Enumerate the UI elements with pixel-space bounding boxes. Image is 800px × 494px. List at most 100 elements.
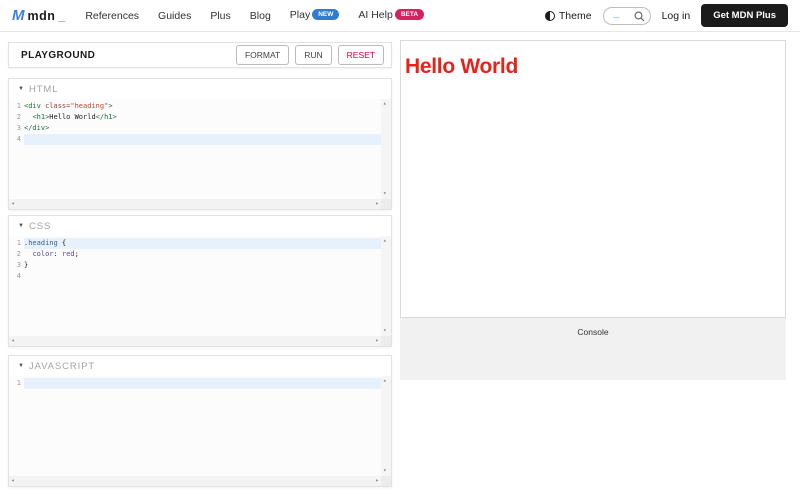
nav-item-ai-help[interactable]: AI HelpBETA xyxy=(358,9,424,22)
code-token: </div> xyxy=(24,124,49,132)
theme-icon xyxy=(545,11,555,21)
nav-item-ai-help-label: AI Help xyxy=(358,9,392,21)
line-number: 3 xyxy=(9,260,24,271)
scroll-down-icon[interactable]: ▾ xyxy=(383,468,387,474)
code-token: </h1> xyxy=(96,113,117,121)
mdn-logo-text: mdn xyxy=(28,9,56,23)
nav-item-references[interactable]: References xyxy=(85,10,139,22)
code-token: <div xyxy=(24,102,41,110)
code-line[interactable] xyxy=(24,271,381,282)
scroll-left-icon[interactable]: ◂ xyxy=(11,201,15,207)
html-section-header[interactable]: ▼ HTML xyxy=(9,79,391,99)
css-section-header[interactable]: ▼ CSS xyxy=(9,216,391,236)
scroll-down-icon[interactable]: ▾ xyxy=(383,328,387,334)
code-line[interactable] xyxy=(24,378,381,389)
line-number: 2 xyxy=(9,112,24,123)
vertical-scrollbar[interactable]: ▴ ▾ xyxy=(381,376,391,476)
javascript-section: ▼ JAVASCRIPT 1 ▴ ▾ ◂ ▸ xyxy=(8,355,392,487)
code-content[interactable] xyxy=(24,378,381,389)
vertical-scrollbar[interactable]: ▴ ▾ xyxy=(381,236,391,336)
playground-title: PLAYGROUND xyxy=(21,50,95,61)
scroll-down-icon[interactable]: ▾ xyxy=(383,191,387,197)
code-token: : xyxy=(54,250,62,258)
code-line[interactable] xyxy=(24,134,381,145)
search-cursor: _ xyxy=(614,8,620,19)
line-number: 1 xyxy=(9,238,24,249)
html-code-editor[interactable]: 1234 <div class="heading"> <h1>Hello Wor… xyxy=(9,99,391,209)
code-line[interactable]: <div class="heading"> xyxy=(24,101,381,112)
code-token: > xyxy=(108,102,112,110)
code-line[interactable]: .heading { xyxy=(24,238,381,249)
nav-item-guides[interactable]: Guides xyxy=(158,10,191,22)
scroll-right-icon[interactable]: ▸ xyxy=(375,201,379,207)
collapse-icon: ▼ xyxy=(18,363,24,369)
run-button[interactable]: RUN xyxy=(295,45,331,65)
scroll-up-icon[interactable]: ▴ xyxy=(383,378,387,384)
code-token: color xyxy=(32,250,53,258)
nav-item-blog[interactable]: Blog xyxy=(250,10,271,22)
output-iframe: Hello World xyxy=(400,40,786,318)
beta-badge: BETA xyxy=(395,9,424,20)
vertical-scrollbar[interactable]: ▴ ▾ xyxy=(381,99,391,199)
code-token: } xyxy=(24,261,28,269)
collapse-icon: ▼ xyxy=(18,223,24,229)
line-number: 1 xyxy=(9,101,24,112)
line-number: 3 xyxy=(9,123,24,134)
playground-toolbar: PLAYGROUND FORMAT RUN RESET xyxy=(8,42,392,68)
html-section-label: HTML xyxy=(29,84,58,95)
new-badge: NEW xyxy=(312,9,339,20)
code-token: red xyxy=(62,250,75,258)
code-token: Hello World xyxy=(49,113,95,121)
scroll-right-icon[interactable]: ▸ xyxy=(375,478,379,484)
css-code-editor[interactable]: 1234 .heading { color: red;} ▴ ▾ ◂ ▸ xyxy=(9,236,391,346)
horizontal-scrollbar[interactable]: ◂ ▸ xyxy=(9,199,381,209)
collapse-icon: ▼ xyxy=(18,86,24,92)
code-token: "heading" xyxy=(70,102,108,110)
css-section-label: CSS xyxy=(29,221,51,232)
code-line[interactable]: <h1>Hello World</h1> xyxy=(24,112,381,123)
scrollbar-corner xyxy=(381,199,391,209)
code-line[interactable]: color: red; xyxy=(24,249,381,260)
code-token: class= xyxy=(41,102,71,110)
top-navbar: M mdn _ References Guides Plus Blog Play… xyxy=(0,0,800,32)
scroll-up-icon[interactable]: ▴ xyxy=(383,238,387,244)
theme-toggle[interactable]: Theme xyxy=(545,10,592,22)
scroll-left-icon[interactable]: ◂ xyxy=(11,338,15,344)
code-content[interactable]: <div class="heading"> <h1>Hello World</h… xyxy=(24,101,381,145)
code-token: .heading xyxy=(24,239,58,247)
code-line[interactable]: </div> xyxy=(24,123,381,134)
mdn-logo-mark-icon: M xyxy=(12,7,25,24)
reset-button[interactable]: RESET xyxy=(338,45,384,65)
line-number: 1 xyxy=(9,378,24,389)
code-line[interactable]: } xyxy=(24,260,381,271)
theme-label: Theme xyxy=(559,10,592,22)
line-number: 4 xyxy=(9,134,24,145)
scroll-up-icon[interactable]: ▴ xyxy=(383,101,387,107)
nav-item-play-label: Play xyxy=(290,9,310,21)
horizontal-scrollbar[interactable]: ◂ ▸ xyxy=(9,476,381,486)
code-content[interactable]: .heading { color: red;} xyxy=(24,238,381,282)
nav-item-plus[interactable]: Plus xyxy=(210,10,230,22)
css-section: ▼ CSS 1234 .heading { color: red;} ▴ ▾ ◂… xyxy=(8,215,392,347)
format-button[interactable]: FORMAT xyxy=(236,45,289,65)
console-label: Console xyxy=(577,327,608,337)
scrollbar-corner xyxy=(381,476,391,486)
login-link[interactable]: Log in xyxy=(662,10,691,22)
scroll-left-icon[interactable]: ◂ xyxy=(11,478,15,484)
mdn-logo-cursor: _ xyxy=(58,9,65,23)
javascript-section-label: JAVASCRIPT xyxy=(29,361,95,372)
mdn-logo[interactable]: M mdn _ xyxy=(12,7,65,24)
search-input[interactable]: _ xyxy=(603,7,651,25)
nav-item-play[interactable]: PlayNEW xyxy=(290,9,340,22)
scrollbar-corner xyxy=(381,336,391,346)
code-token: ; xyxy=(75,250,79,258)
line-number: 4 xyxy=(9,271,24,282)
line-number: 2 xyxy=(9,249,24,260)
get-mdn-plus-button[interactable]: Get MDN Plus xyxy=(701,4,788,27)
javascript-code-editor[interactable]: 1 ▴ ▾ ◂ ▸ xyxy=(9,376,391,486)
scroll-right-icon[interactable]: ▸ xyxy=(375,338,379,344)
code-token: { xyxy=(58,239,66,247)
html-section: ▼ HTML 1234 <div class="heading"> <h1>He… xyxy=(8,78,392,210)
javascript-section-header[interactable]: ▼ JAVASCRIPT xyxy=(9,356,391,376)
horizontal-scrollbar[interactable]: ◂ ▸ xyxy=(9,336,381,346)
